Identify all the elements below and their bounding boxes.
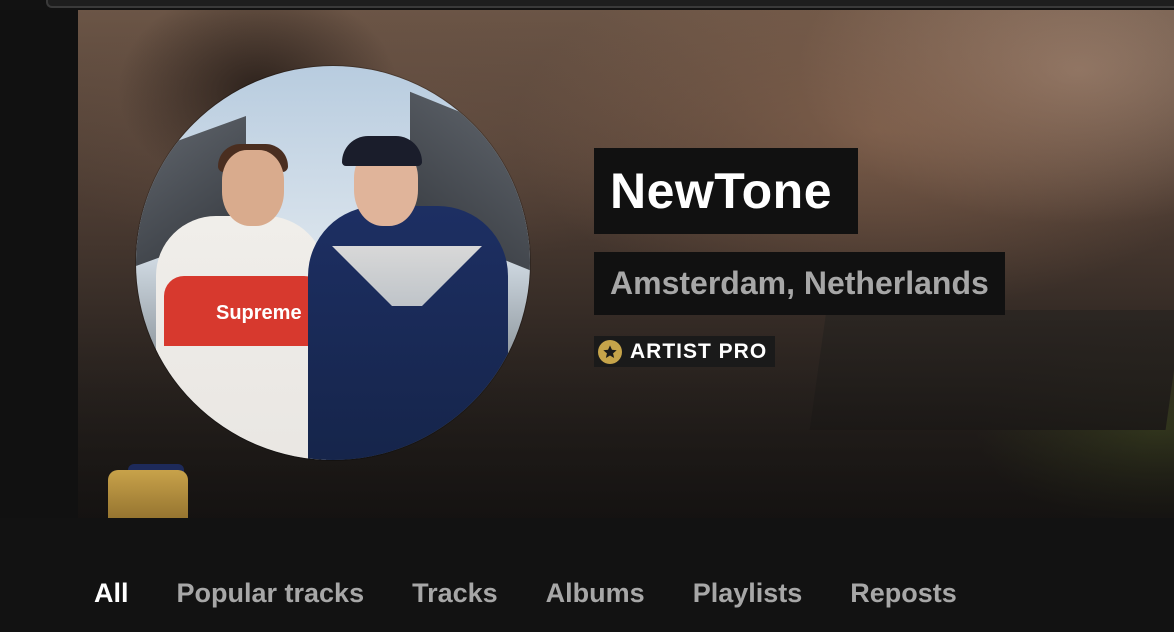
artist-name: NewTone — [610, 163, 833, 219]
avatar-cap-right — [342, 136, 422, 166]
left-strip — [0, 10, 78, 518]
stage-speaker — [809, 310, 1174, 430]
top-bar — [46, 0, 1174, 8]
artist-pro-label: ARTIST PRO — [630, 339, 768, 363]
artist-location-box: Amsterdam, Netherlands — [594, 252, 1005, 315]
avatar-head-left — [222, 150, 284, 226]
artist-pro-badge[interactable]: ARTIST PRO — [594, 336, 776, 367]
avatar-person-right — [308, 206, 508, 460]
bottle — [108, 470, 188, 518]
artist-name-box: NewTone — [594, 148, 859, 234]
tab-reposts[interactable]: Reposts — [850, 578, 957, 609]
avatar-jacket-logo: Supreme — [212, 302, 306, 325]
star-icon — [598, 339, 622, 364]
tab-all[interactable]: All — [94, 578, 129, 609]
artist-location: Amsterdam, Netherlands — [610, 265, 989, 301]
tab-albums[interactable]: Albums — [546, 578, 645, 609]
tab-tracks[interactable]: Tracks — [412, 578, 498, 609]
profile-tabs: All Popular tracks Tracks Albums Playlis… — [94, 578, 957, 609]
artist-avatar[interactable]: Supreme — [136, 66, 530, 460]
tab-popular-tracks[interactable]: Popular tracks — [177, 578, 365, 609]
tab-playlists[interactable]: Playlists — [693, 578, 803, 609]
